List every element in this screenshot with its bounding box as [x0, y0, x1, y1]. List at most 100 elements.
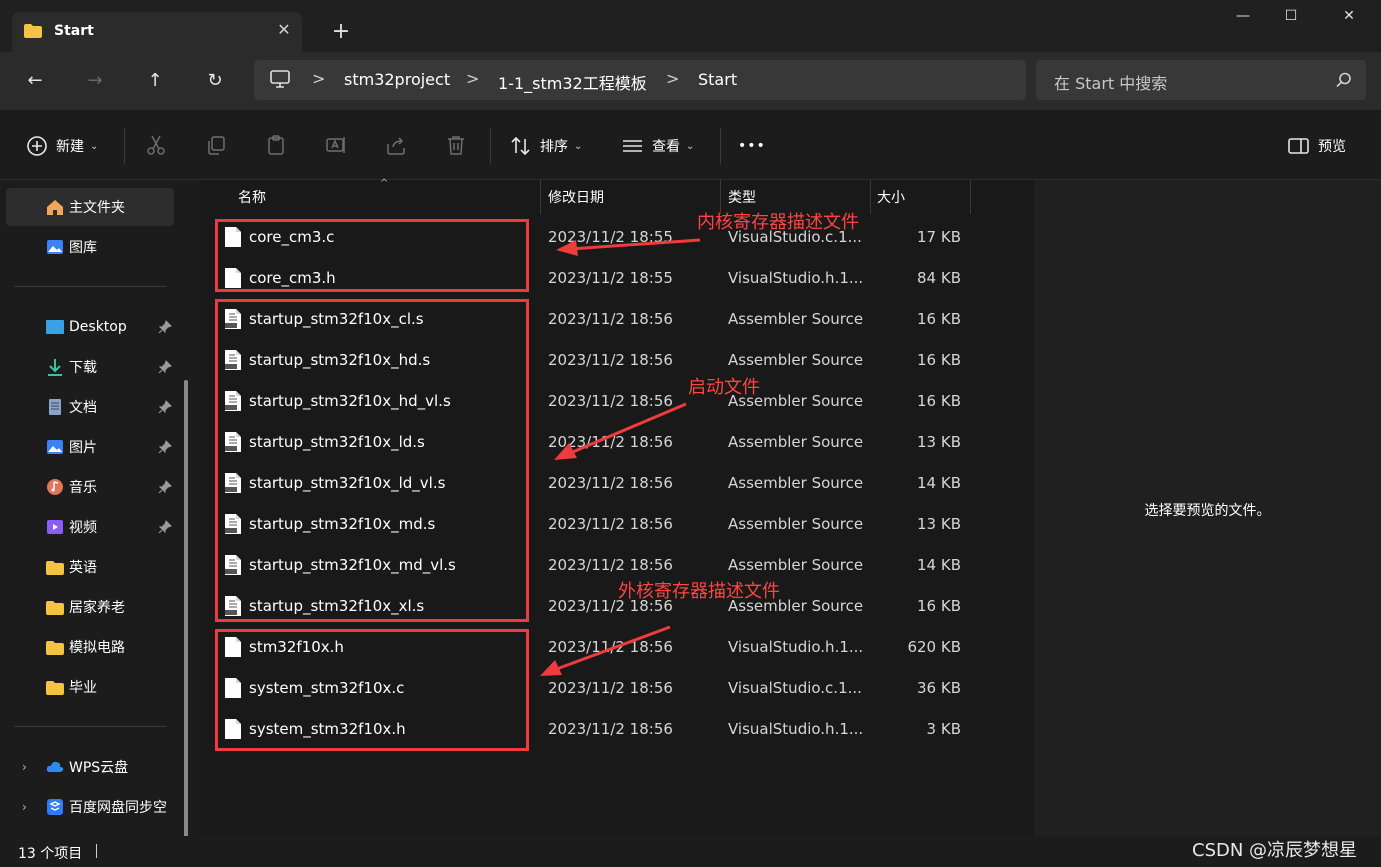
- sidebar-divider: [14, 286, 166, 287]
- sidebar-item-label: 毕业: [69, 680, 97, 696]
- sidebar-item-pictures[interactable]: 图片: [6, 428, 174, 466]
- chevron-down-icon: ⌄: [686, 140, 695, 152]
- chevron-right-icon[interactable]: ›: [22, 760, 27, 774]
- file-date: 2023/11/2 18:56: [548, 351, 673, 369]
- view-list-icon: [623, 140, 642, 152]
- view-button[interactable]: 查看 ⌄: [622, 134, 694, 158]
- annotation-label-startup: 启动文件: [688, 377, 760, 398]
- refresh-button[interactable]: ↻: [200, 66, 230, 96]
- breadcrumb-item-template[interactable]: 1-1_stm32工程模板: [498, 70, 647, 94]
- sidebar-item-label: 下载: [69, 360, 97, 376]
- sidebar-item-music[interactable]: 音乐: [6, 468, 174, 506]
- cut-icon[interactable]: [145, 134, 167, 156]
- file-type: Assembler Source: [728, 556, 864, 574]
- file-size: 36 KB: [917, 679, 961, 697]
- up-button[interactable]: ↑: [140, 66, 170, 96]
- chevron-right-icon[interactable]: ›: [22, 800, 27, 814]
- desktop-icon: [46, 320, 64, 334]
- sidebar-item-gallery[interactable]: 图库: [6, 228, 174, 266]
- folder-icon: [46, 601, 64, 615]
- pin-icon[interactable]: [158, 480, 172, 494]
- search-input[interactable]: 在 Start 中搜索: [1054, 70, 1167, 94]
- preview-pane-button[interactable]: 预览: [1288, 134, 1346, 158]
- sidebar-item-baidu-sync[interactable]: › 百度网盘同步空: [6, 788, 174, 826]
- cloud-icon: [46, 761, 64, 772]
- computer-icon[interactable]: [270, 70, 290, 88]
- breadcrumb-item-start[interactable]: Start: [698, 70, 737, 89]
- sidebar-item-folder[interactable]: 英语: [6, 548, 174, 586]
- music-icon: [47, 479, 63, 495]
- sidebar-item-videos[interactable]: 视频: [6, 508, 174, 546]
- sidebar-item-desktop[interactable]: Desktop: [6, 308, 174, 346]
- close-window-button[interactable]: ✕: [1326, 8, 1372, 32]
- column-header-name[interactable]: 名称: [238, 187, 266, 221]
- close-tab-icon[interactable]: ✕: [274, 20, 294, 40]
- sidebar-scrollbar[interactable]: [184, 380, 188, 840]
- minimize-button[interactable]: —: [1220, 8, 1266, 32]
- view-label: 查看: [652, 139, 680, 155]
- delete-icon[interactable]: [445, 134, 467, 156]
- sidebar-item-label: WPS云盘: [69, 760, 129, 776]
- new-tab-button[interactable]: +: [328, 20, 354, 46]
- baidu-icon: [47, 799, 63, 815]
- address-bar: ← → ↑ ↻ > stm32project > 1-1_stm32工程模板 >…: [0, 52, 1381, 110]
- document-icon: [49, 399, 61, 415]
- column-divider[interactable]: [540, 180, 541, 214]
- pin-icon[interactable]: [158, 360, 172, 374]
- maximize-button[interactable]: ☐: [1268, 8, 1314, 32]
- search-icon[interactable]: [1336, 72, 1352, 88]
- file-size: 16 KB: [917, 597, 961, 615]
- chevron-down-icon: ⌄: [574, 140, 583, 152]
- command-bar: 新建 ⌄ 排序 ⌄ 查看 ⌄ ••• 预览: [0, 110, 1381, 180]
- watermark: CSDN @凉辰梦想星: [1192, 840, 1358, 861]
- new-label: 新建: [56, 139, 84, 155]
- column-header-date[interactable]: 修改日期: [548, 187, 604, 221]
- file-date: 2023/11/2 18:56: [548, 474, 673, 492]
- sidebar-item-documents[interactable]: 文档: [6, 388, 174, 426]
- file-date: 2023/11/2 18:55: [548, 269, 673, 287]
- file-type: Assembler Source: [728, 351, 864, 369]
- item-count: 13 个项目: [18, 846, 83, 862]
- file-size: 3 KB: [926, 720, 961, 738]
- sidebar-item-folder[interactable]: 模拟电路: [6, 628, 174, 666]
- folder-icon: [46, 681, 64, 695]
- search-box[interactable]: 在 Start 中搜索: [1036, 60, 1366, 100]
- sidebar-item-home[interactable]: 主文件夹: [6, 188, 174, 226]
- file-type: Assembler Source: [728, 515, 864, 533]
- column-divider[interactable]: [970, 180, 971, 214]
- column-divider[interactable]: [870, 180, 871, 214]
- pin-icon[interactable]: [158, 320, 172, 334]
- breadcrumb-item-stm32project[interactable]: stm32project: [344, 70, 450, 89]
- sidebar-item-folder[interactable]: 居家养老: [6, 588, 174, 626]
- pin-icon[interactable]: [158, 440, 172, 454]
- breadcrumb[interactable]: > stm32project > 1-1_stm32工程模板 > Start: [254, 60, 1026, 100]
- sidebar-item-label: 图库: [69, 240, 97, 256]
- more-options-button[interactable]: •••: [738, 134, 766, 158]
- share-icon[interactable]: [385, 134, 407, 156]
- tab-start[interactable]: Start ✕: [12, 12, 302, 52]
- file-type: Assembler Source: [728, 433, 864, 451]
- paste-icon[interactable]: [265, 134, 287, 156]
- video-icon: [47, 520, 63, 534]
- file-size: 620 KB: [907, 638, 961, 656]
- sidebar-item-wps-cloud[interactable]: › WPS云盘: [6, 748, 174, 786]
- pin-icon[interactable]: [158, 400, 172, 414]
- breadcrumb-separator: >: [466, 69, 480, 88]
- annotation-box-startup: [215, 299, 529, 622]
- file-size: 16 KB: [917, 392, 961, 410]
- file-size: 17 KB: [917, 228, 961, 246]
- sort-button[interactable]: 排序 ⌄: [510, 134, 582, 158]
- sidebar-item-folder[interactable]: 毕业: [6, 668, 174, 706]
- forward-button[interactable]: →: [80, 66, 110, 96]
- sidebar-item-downloads[interactable]: 下载: [6, 348, 174, 386]
- pin-icon[interactable]: [158, 520, 172, 534]
- sort-icon: [511, 136, 530, 156]
- back-button[interactable]: ←: [20, 66, 50, 96]
- folder-icon: [24, 24, 42, 38]
- column-header-size[interactable]: 大小: [877, 187, 905, 221]
- sidebar-item-label: Desktop: [69, 319, 127, 335]
- rename-icon[interactable]: [325, 134, 347, 156]
- title-bar: Start ✕ + — ☐ ✕: [0, 0, 1381, 52]
- new-button[interactable]: 新建 ⌄: [26, 134, 98, 158]
- copy-icon[interactable]: [205, 134, 227, 156]
